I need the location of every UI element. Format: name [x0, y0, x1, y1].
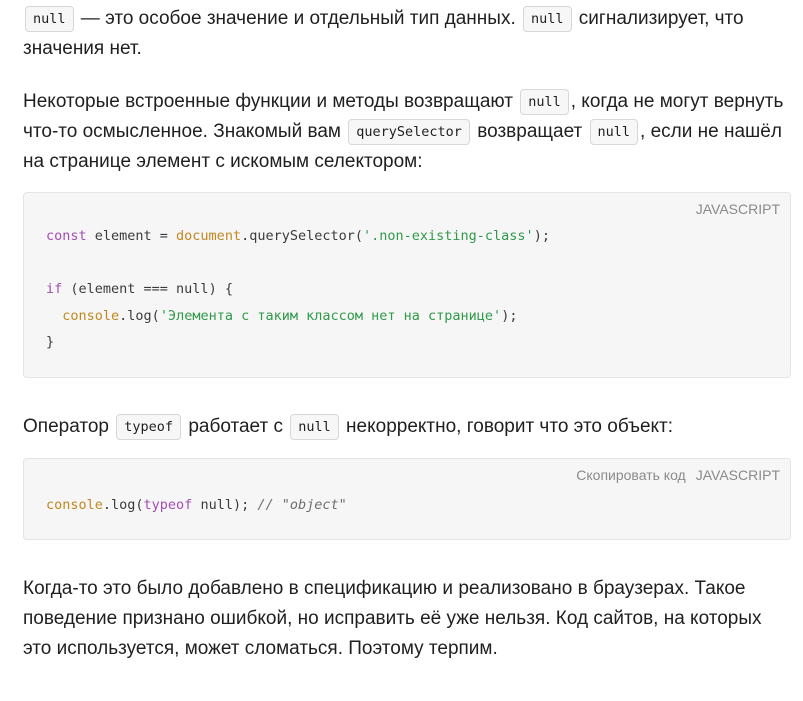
code-language-label: JAVASCRIPT: [695, 467, 780, 483]
code-block-typeof: Скопировать код JAVASCRIPT console.log(ty…: [23, 458, 791, 540]
paragraph-builtin-functions: Некоторые встроенные функции и методы во…: [23, 87, 793, 177]
copy-code-button[interactable]: Скопировать код: [576, 467, 685, 483]
paragraph-text: Некоторые встроенные функции и методы во…: [23, 91, 519, 112]
paragraph-text: некорректно, говорит что это объект:: [340, 416, 674, 437]
code-line-1: const element = document.querySelector('…: [46, 228, 550, 244]
code-line-5: }: [46, 334, 55, 350]
paragraph-null-intro: null — это особое значение и отдельный т…: [23, 4, 793, 64]
code-block-queryselector: JAVASCRIPT const element = document.quer…: [23, 192, 791, 378]
code-line-4: console.log('Элемента с таким классом не…: [62, 307, 518, 324]
inline-code-queryselector: querySelector: [348, 119, 470, 145]
code-content: console.log(typeof null); // "object": [46, 492, 347, 519]
inline-code-typeof: typeof: [116, 414, 182, 440]
inline-code-null: null: [290, 414, 339, 440]
code-line-3: if (element === null) {: [46, 281, 233, 297]
code-toolbar: JAVASCRIPT: [686, 201, 780, 217]
inline-code-null: null: [520, 89, 569, 115]
article-content: null — это особое значение и отдельный т…: [0, 0, 803, 701]
paragraph-text: Оператор: [23, 416, 115, 437]
paragraph-text: — это особое значение и отдельный тип да…: [75, 8, 521, 29]
paragraph-text: возвращает: [471, 121, 588, 142]
code-toolbar: Скопировать код JAVASCRIPT: [566, 467, 780, 483]
inline-code-null: null: [523, 6, 572, 32]
code-language-label: JAVASCRIPT: [695, 201, 780, 217]
inline-code-null: null: [589, 119, 639, 145]
code-line-1: console.log(typeof null); // "object": [46, 497, 347, 513]
code-content: const element = document.querySelector('…: [46, 223, 550, 356]
inline-code-null: null: [25, 6, 74, 32]
paragraph-typeof-operator: Оператор typeof работает с null некоррек…: [23, 412, 793, 442]
paragraph-text: работает с: [183, 416, 289, 437]
paragraph-history: Когда-то это было добавлено в спецификац…: [23, 578, 762, 659]
